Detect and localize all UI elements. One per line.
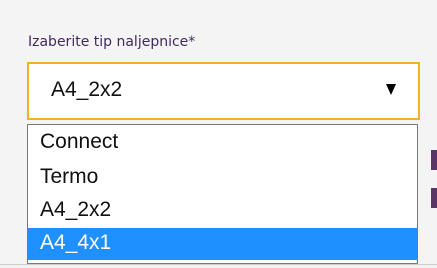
required-asterisk: * [188, 34, 196, 50]
select-option-a4-4x1[interactable]: A4_4x1 [28, 228, 417, 260]
select-option-connect[interactable]: Connect [28, 127, 417, 158]
background-text-fragment [431, 188, 437, 208]
divider [0, 264, 437, 265]
select-current-value: A4_2x2 [51, 78, 123, 101]
select-option-a4-2x2[interactable]: A4_2x2 [28, 195, 417, 226]
select-option-termo[interactable]: Termo [28, 162, 417, 193]
label-type-text: Izaberite tip naljepnice [28, 34, 189, 50]
triangle-down-icon [386, 84, 396, 95]
label-type-select[interactable]: A4_2x2 [27, 62, 420, 120]
label-type-field: Izaberite tip naljepnice* [28, 34, 195, 50]
select-dropdown-list[interactable]: Connect Termo A4_2x2 A4_4x1 [27, 124, 418, 264]
background-text-fragment [431, 150, 437, 170]
